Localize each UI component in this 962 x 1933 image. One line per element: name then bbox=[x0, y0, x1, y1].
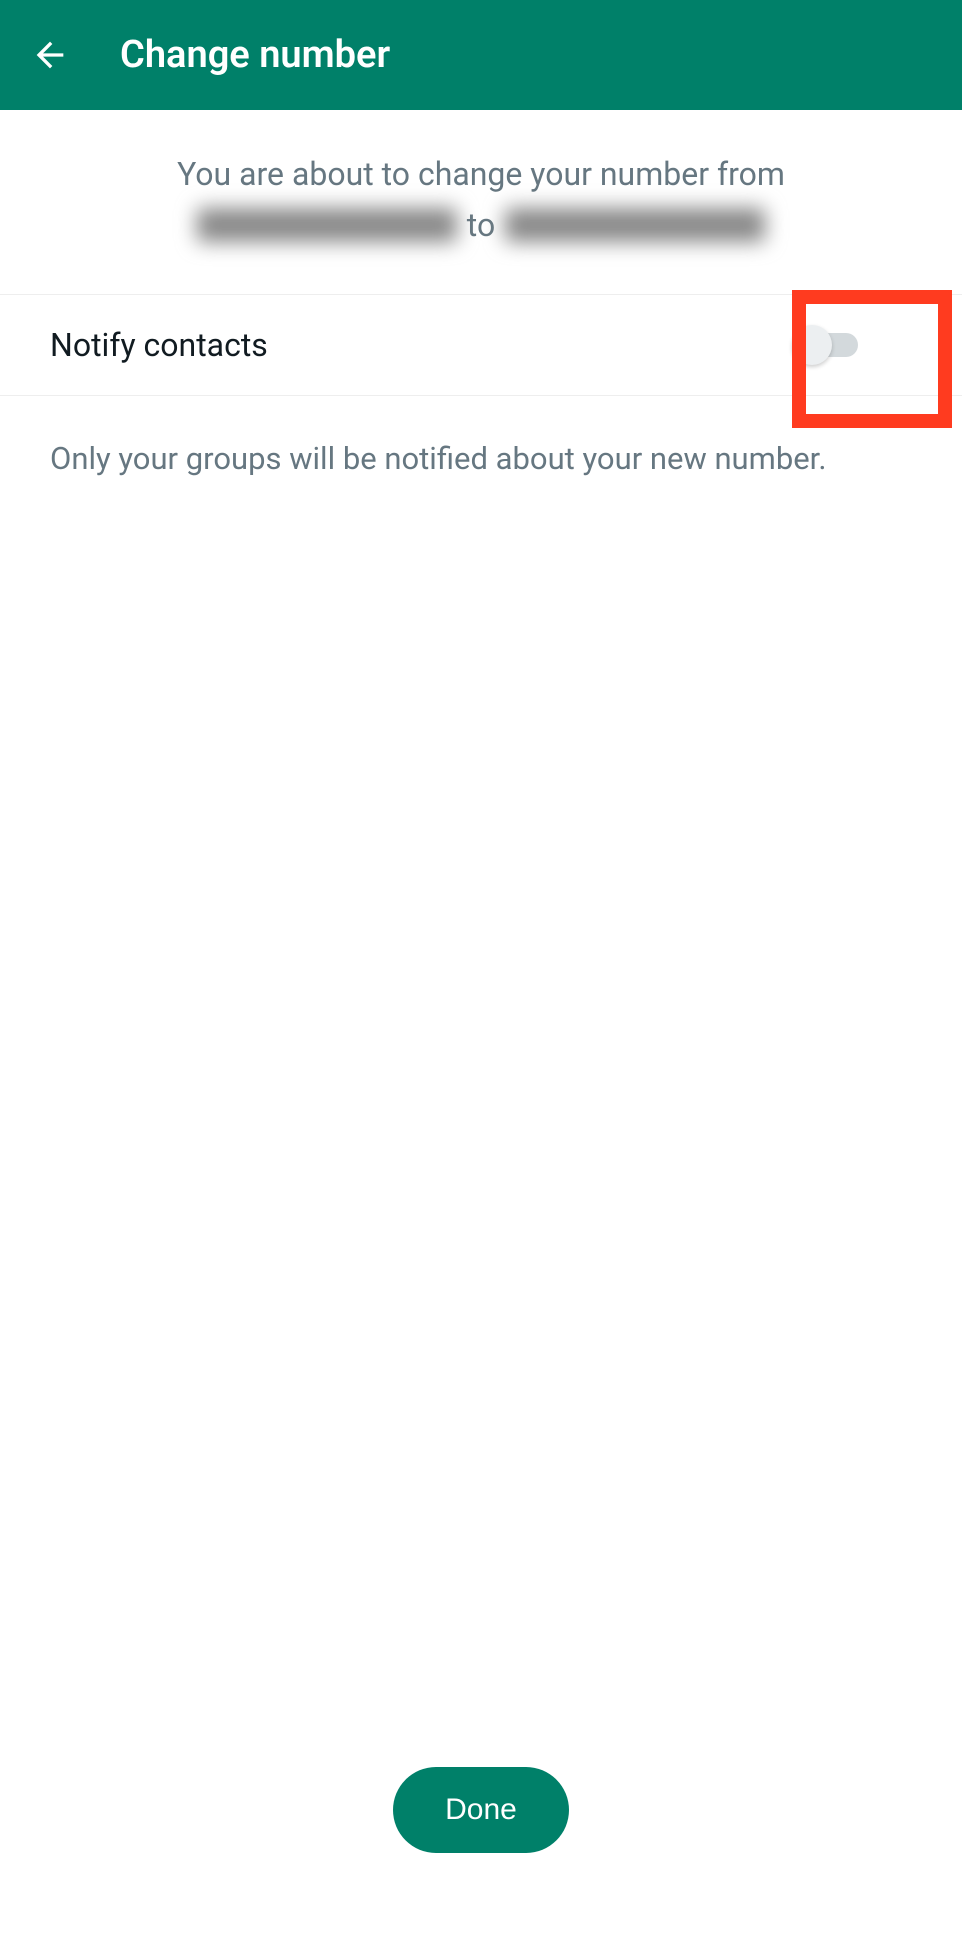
notify-contacts-toggle[interactable] bbox=[792, 325, 862, 365]
info-text-line2: to bbox=[50, 206, 912, 244]
done-button-container: Done bbox=[0, 1767, 962, 1853]
info-section: You are about to change your number from… bbox=[0, 110, 962, 295]
old-number-blurred bbox=[197, 208, 457, 242]
description-section: Only your groups will be notified about … bbox=[0, 396, 962, 523]
notify-contacts-label: Notify contacts bbox=[50, 326, 268, 364]
done-button[interactable]: Done bbox=[393, 1767, 569, 1853]
toggle-knob bbox=[792, 325, 832, 365]
description-text: Only your groups will be notified about … bbox=[50, 436, 912, 483]
info-text-line1: You are about to change your number from bbox=[50, 150, 912, 198]
notify-contacts-row[interactable]: Notify contacts bbox=[0, 295, 962, 396]
page-title: Change number bbox=[120, 33, 390, 77]
to-text: to bbox=[467, 206, 495, 244]
back-button[interactable] bbox=[20, 25, 80, 85]
arrow-left-icon bbox=[30, 35, 70, 75]
app-header: Change number bbox=[0, 0, 962, 110]
new-number-blurred bbox=[505, 208, 765, 242]
